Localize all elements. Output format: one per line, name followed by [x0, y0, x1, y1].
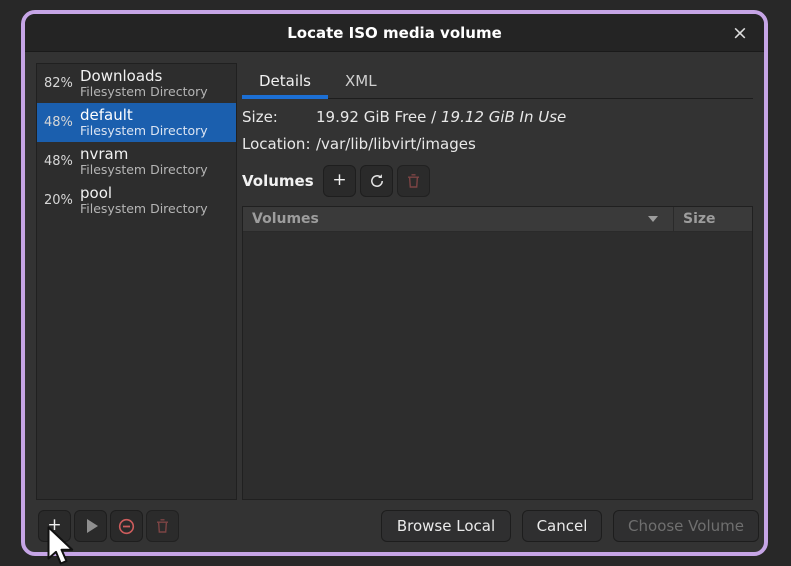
mouse-cursor [46, 526, 76, 566]
add-volume-button[interactable]: + [323, 165, 356, 197]
pool-row-pool[interactable]: 20% pool Filesystem Directory [37, 181, 236, 220]
volumes-table[interactable]: Volumes Size [242, 206, 753, 500]
play-icon [87, 519, 98, 533]
volumes-table-body[interactable] [243, 232, 752, 499]
location-value: /var/lib/libvirt/images [316, 135, 476, 153]
sort-descending-icon [648, 216, 658, 222]
stop-circle-icon [118, 518, 135, 535]
volumes-toolbar: Volumes + [242, 165, 753, 197]
tab-details[interactable]: Details [242, 63, 328, 98]
footer-action-bar: + Browse Local Cancel Choose Volume [25, 500, 764, 552]
pool-type: Filesystem Directory [80, 124, 208, 137]
close-icon[interactable]: × [728, 21, 752, 45]
size-value: 19.92 GiB Free / 19.12 GiB In Use [316, 108, 566, 126]
locate-iso-dialog: Locate ISO media volume × 82% Downloads … [21, 10, 768, 556]
size-row: Size: 19.92 GiB Free / 19.12 GiB In Use [242, 108, 753, 126]
pool-row-downloads[interactable]: 82% Downloads Filesystem Directory [37, 64, 236, 103]
pool-usage-percent: 48% [44, 115, 73, 130]
pool-usage-percent: 48% [44, 154, 73, 169]
cancel-button[interactable]: Cancel [522, 510, 602, 542]
dialog-title: Locate ISO media volume [287, 24, 502, 42]
pool-row-nvram[interactable]: 48% nvram Filesystem Directory [37, 142, 236, 181]
plus-icon: + [332, 172, 346, 189]
trash-icon [155, 518, 170, 534]
volumes-section-label: Volumes [242, 172, 319, 190]
delete-pool-button [146, 510, 179, 542]
pool-type: Filesystem Directory [80, 85, 208, 98]
pool-type: Filesystem Directory [80, 163, 208, 176]
pool-type: Filesystem Directory [80, 202, 208, 215]
size-label: Size: [242, 108, 316, 126]
pool-name: nvram [80, 147, 208, 163]
location-row: Location: /var/lib/libvirt/images [242, 135, 753, 153]
refresh-volumes-button[interactable] [360, 165, 393, 197]
pool-usage-percent: 82% [44, 76, 73, 91]
volumes-table-header: Volumes Size [243, 207, 752, 232]
size-in-use: 19.12 GiB In Use [441, 108, 566, 126]
column-header-volumes[interactable]: Volumes [243, 207, 674, 231]
column-header-size[interactable]: Size [674, 207, 752, 231]
storage-pool-list[interactable]: 82% Downloads Filesystem Directory 48% d… [36, 63, 237, 500]
tab-xml[interactable]: XML [328, 63, 394, 98]
trash-icon [406, 173, 421, 189]
pool-name: pool [80, 186, 208, 202]
dialog-body: 82% Downloads Filesystem Directory 48% d… [25, 52, 764, 500]
pool-row-default[interactable]: 48% default Filesystem Directory [37, 103, 236, 142]
tab-bar: Details XML [242, 63, 753, 99]
pool-name: Downloads [80, 69, 208, 85]
pool-detail-panel: Details XML Size: 19.92 GiB Free / 19.12… [242, 63, 753, 500]
location-label: Location: [242, 135, 316, 153]
delete-volume-button [397, 165, 430, 197]
titlebar[interactable]: Locate ISO media volume × [25, 14, 764, 52]
choose-volume-button: Choose Volume [613, 510, 759, 542]
stop-pool-button[interactable] [110, 510, 143, 542]
pool-usage-percent: 20% [44, 193, 73, 208]
browse-local-button[interactable]: Browse Local [381, 510, 511, 542]
start-pool-button[interactable] [74, 510, 107, 542]
pool-name: default [80, 108, 208, 124]
refresh-icon [369, 173, 385, 189]
